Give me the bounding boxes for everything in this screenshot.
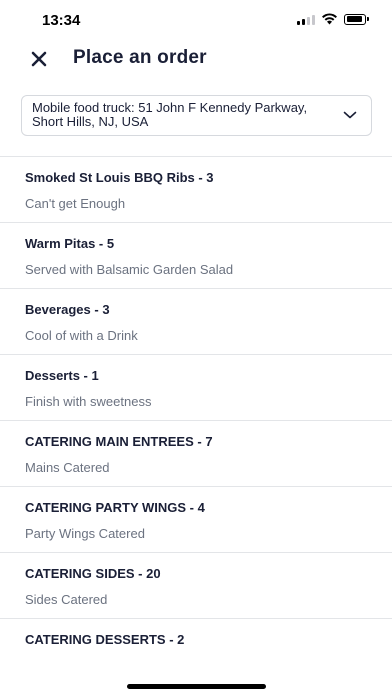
menu-category-catering-sides[interactable]: CATERING SIDES - 20 Sides Catered bbox=[0, 553, 392, 619]
menu-item-title: CATERING DESSERTS - 2 bbox=[25, 632, 185, 647]
menu-category-beverages[interactable]: Beverages - 3 Cool of with a Drink bbox=[0, 289, 392, 355]
cellular-signal-icon bbox=[297, 14, 315, 25]
close-icon[interactable] bbox=[28, 48, 52, 72]
status-bar: 13:34 bbox=[0, 0, 392, 44]
status-time: 13:34 bbox=[42, 12, 81, 29]
menu-item-subtitle: Finish with sweetness bbox=[25, 394, 152, 409]
menu-item-subtitle: Cool of with a Drink bbox=[25, 328, 138, 343]
menu-category-catering-party-wings[interactable]: CATERING PARTY WINGS - 4 Party Wings Cat… bbox=[0, 487, 392, 553]
menu-item-subtitle: Can't get Enough bbox=[25, 196, 126, 211]
menu-item-title: Smoked St Louis BBQ Ribs - 3 bbox=[25, 170, 214, 185]
menu-item-title: Beverages - 3 bbox=[25, 302, 110, 317]
menu-item-title: Desserts - 1 bbox=[25, 368, 99, 383]
menu-item-title: CATERING SIDES - 20 bbox=[25, 566, 161, 581]
menu-category-catering-main-entrees[interactable]: CATERING MAIN ENTREES - 7 Mains Catered bbox=[0, 421, 392, 487]
menu-item-subtitle: Party Wings Catered bbox=[25, 526, 145, 541]
menu-item-title: CATERING MAIN ENTREES - 7 bbox=[25, 434, 213, 449]
menu-item-subtitle: Mains Catered bbox=[25, 460, 110, 475]
location-value: Mobile food truck: 51 John F Kennedy Par… bbox=[32, 100, 308, 129]
wifi-icon bbox=[322, 13, 337, 25]
chevron-down-icon bbox=[343, 111, 357, 119]
menu-category-bbq-ribs[interactable]: Smoked St Louis BBQ Ribs - 3 Can't get E… bbox=[0, 157, 392, 223]
menu-category-desserts[interactable]: Desserts - 1 Finish with sweetness bbox=[0, 355, 392, 421]
status-icons bbox=[297, 13, 369, 25]
menu-item-subtitle: Sides Catered bbox=[25, 592, 108, 607]
menu-category-catering-desserts[interactable]: CATERING DESSERTS - 2 bbox=[0, 619, 392, 684]
page-title: Place an order bbox=[73, 47, 207, 68]
location-select[interactable]: Mobile food truck: 51 John F Kennedy Par… bbox=[21, 95, 372, 136]
menu-item-subtitle: Served with Balsamic Garden Salad bbox=[25, 262, 234, 277]
home-indicator[interactable] bbox=[127, 684, 266, 689]
header: Place an order bbox=[0, 44, 392, 78]
menu-list: Smoked St Louis BBQ Ribs - 3 Can't get E… bbox=[0, 157, 392, 684]
menu-category-warm-pitas[interactable]: Warm Pitas - 5 Served with Balsamic Gard… bbox=[0, 223, 392, 289]
menu-item-title: Warm Pitas - 5 bbox=[25, 236, 115, 251]
menu-item-title: CATERING PARTY WINGS - 4 bbox=[25, 500, 205, 515]
battery-icon bbox=[344, 13, 369, 25]
